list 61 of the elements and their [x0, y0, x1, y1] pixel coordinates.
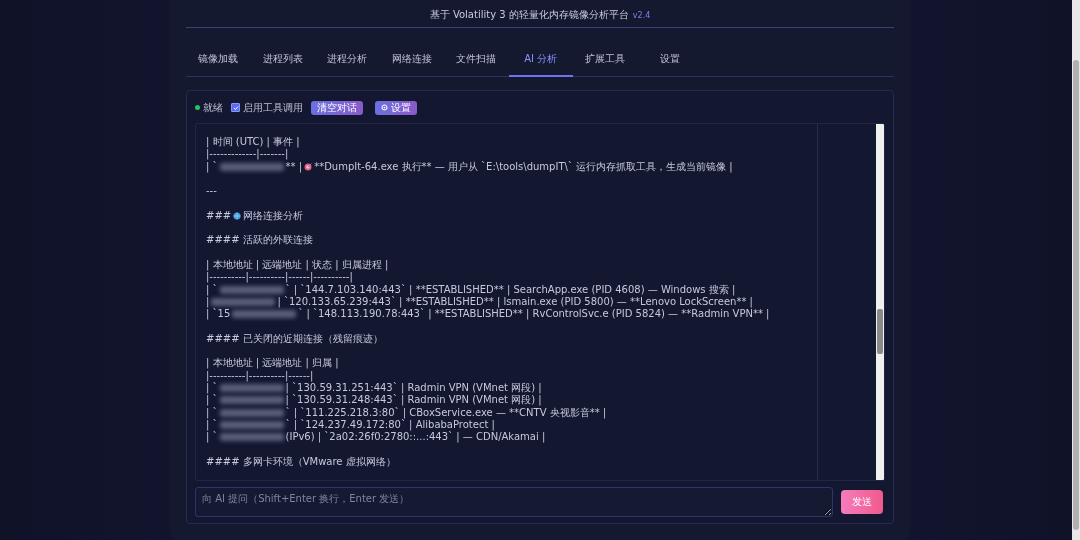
message-line: | 时间 (UTC) | 事件 | — [206, 136, 301, 149]
page-scrollbar[interactable] — [1072, 0, 1080, 540]
app-title: 基于 Volatility 3 的轻量化内存镜像分析平台 — [429, 8, 629, 22]
target-icon — [304, 162, 313, 171]
scrollbar[interactable] — [876, 124, 884, 480]
gear-icon — [381, 104, 388, 112]
message-line: | `130.59.31.251:443` | Radmin VPN (VMnet 网段) | — [285, 381, 542, 394]
message-line: #### 活跃的外联连接 — [206, 234, 314, 247]
line-lead: | ` — [206, 160, 218, 173]
message-line: | `120.133.65.239:443` | **ESTABLISHED** | lsmain.exe (PID 5800) — **Lenovo LockScreen** | — [277, 295, 753, 308]
line-lead: | ` — [206, 406, 218, 419]
line-lead: | — [206, 295, 210, 309]
clear-chat-button[interactable]: 清空对话 — [311, 101, 363, 115]
message-line: (IPv6) | `2a02:26f0:2780::...:443` | — CDN/Akamai | — [285, 431, 546, 444]
tab[interactable]: 镜像加载 — [186, 44, 251, 77]
message-line: |-------------|-------| — [206, 148, 290, 161]
message-line: ` | `148.113.190.78:443` | **ESTABLISHED** | RvControlSvc.e (PID 5824) — **Radmin VPN** | — [298, 308, 770, 321]
redacted-block — [219, 384, 284, 393]
message-line: **DumpIt-64.exe 执行** — 用户从 `E:\tools\dumpIT\` 运行内存抓取工具，生成当前镜像 | — [314, 160, 733, 173]
tab[interactable]: 扩展工具 — [573, 44, 638, 77]
line-lead: | ` — [206, 381, 218, 394]
tab[interactable]: AI 分析 — [508, 44, 573, 77]
tab[interactable]: 进程分析 — [315, 44, 380, 77]
status-label: 就绪 — [203, 101, 223, 115]
message-line: |----------|----------|------|----------| — [206, 271, 354, 284]
tab[interactable]: 文件扫描 — [444, 44, 509, 77]
message-line: | `130.59.31.248:443` | Radmin VPN (VMnet 网段) | — [285, 394, 542, 407]
tab[interactable]: 进程列表 — [250, 44, 315, 77]
checkbox-label: 启用工具调用 — [243, 101, 303, 115]
redacted-block — [219, 433, 284, 442]
message-line: ` | `124.237.49.172:80` | AlibabaProtect | — [285, 418, 495, 431]
redacted-block — [219, 420, 284, 429]
version-label: v2.4 — [632, 11, 651, 20]
line-lead: | ` — [206, 418, 218, 431]
redacted-block — [219, 408, 284, 417]
markdown-marker: ### — [206, 209, 232, 223]
line-lead: | ` — [206, 394, 218, 407]
redacted-block — [219, 162, 284, 171]
prompt-input[interactable]: 向 AI 提问（Shift+Enter 换行，Enter 发送） — [195, 487, 833, 517]
line-lead: | ` — [206, 431, 218, 444]
redacted-block — [211, 298, 276, 306]
message-line: #### 已关闭的近期连接（残留痕迹） — [206, 332, 384, 346]
redacted-block — [219, 285, 284, 294]
message-line: |----------|----------|------| — [206, 369, 314, 382]
message-line: ` | `144.7.103.140:443` | **ESTABLISHED** | SearchApp.exe (PID 4608) — Windows 搜索 | — [285, 283, 736, 296]
tab[interactable]: 设置 — [637, 44, 702, 77]
message-line: | 本地地址 | 远端地址 | 状态 | 归属进程 | — [206, 258, 390, 272]
tab[interactable]: 网络连接 — [379, 44, 444, 77]
redacted-block — [219, 396, 284, 405]
message-line: ` | `111.225.218.3:80` | CBoxService.exe — **CNTV 央视影音** | — [285, 406, 607, 419]
redacted-block — [232, 310, 297, 319]
line-text: ** | — [285, 160, 303, 173]
message-line: #### 多网卡环境（VMware 虚拟网络） — [206, 455, 397, 468]
section-heading: 网络连接分析 — [243, 209, 304, 223]
line-lead: | `15 — [206, 308, 231, 321]
settings-button[interactable]: 设置 — [375, 101, 417, 115]
message-line: --- — [206, 185, 218, 198]
globe-icon — [233, 211, 242, 220]
message-line: | 本地地址 | 远端地址 | 归属 | — [206, 357, 340, 370]
checkbox[interactable] — [231, 103, 240, 113]
line-lead: | ` — [206, 283, 218, 296]
